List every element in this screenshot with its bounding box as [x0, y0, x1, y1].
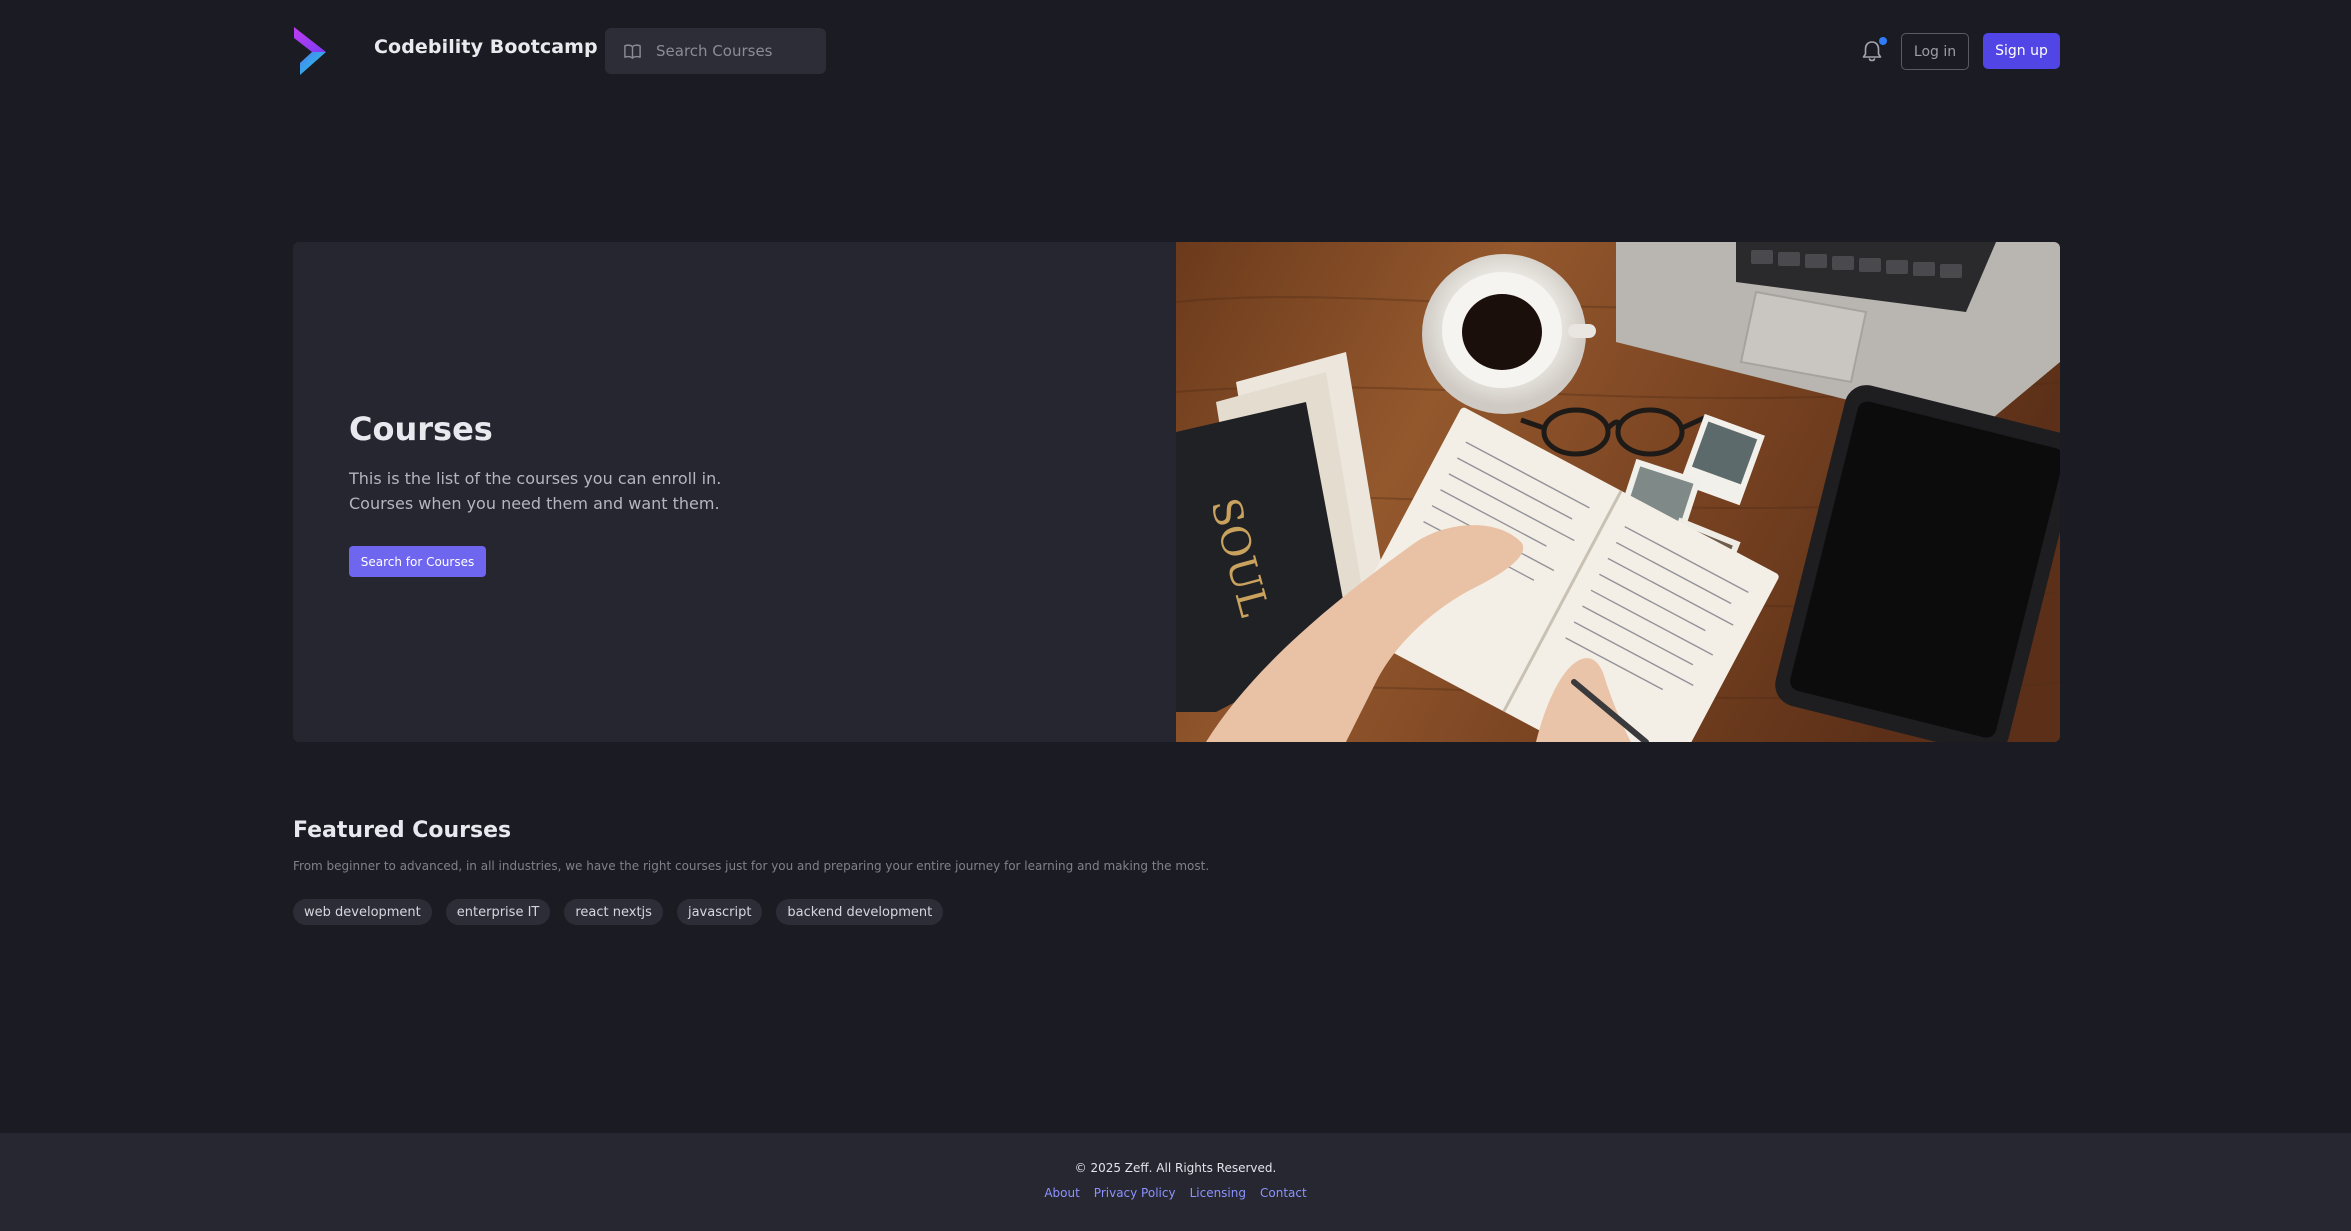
chevron-logo-icon[interactable]	[292, 27, 326, 75]
featured-courses: Featured Courses From beginner to advanc…	[293, 818, 2060, 925]
tag-backend-development[interactable]: backend development	[776, 899, 944, 925]
book-icon	[624, 43, 641, 59]
hero-banner: Courses This is the list of the courses …	[293, 242, 2060, 742]
login-button[interactable]: Log in	[1901, 33, 1969, 70]
hero-description: This is the list of the courses you can …	[349, 469, 722, 513]
notification-badge	[1879, 37, 1887, 45]
footer-links: About Privacy Policy Licensing Contact	[0, 1186, 2351, 1200]
tag-javascript[interactable]: javascript	[676, 899, 763, 925]
brand-name[interactable]: Codebility Bootcamp	[374, 36, 598, 58]
footer-link-about[interactable]: About	[1044, 1186, 1079, 1200]
course-tags: web development enterprise IT react next…	[293, 899, 2060, 925]
copyright: © 2025 Zeff. All Rights Reserved.	[1074, 1161, 1277, 1175]
page-title: Courses	[349, 410, 493, 448]
search-courses-button[interactable]: Search for Courses	[349, 546, 486, 577]
search-input[interactable]	[654, 41, 814, 61]
signup-button[interactable]: Sign up	[1983, 33, 2060, 69]
hero-text: Courses This is the list of the courses …	[349, 410, 1049, 577]
tag-react-nextjs[interactable]: react nextjs	[564, 899, 663, 925]
tag-web-development[interactable]: web development	[293, 899, 432, 925]
tag-enterprise-it[interactable]: enterprise IT	[445, 899, 551, 925]
site-header: Codebility Bootcamp Log in Sign up	[0, 0, 2351, 102]
course-search[interactable]	[605, 28, 826, 74]
footer-link-privacy-policy[interactable]: Privacy Policy	[1094, 1186, 1176, 1200]
featured-title: Featured Courses	[293, 818, 512, 843]
hero-image: SOUL	[1176, 242, 2060, 742]
site-footer: © 2025 Zeff. All Rights Reserved. About …	[0, 1133, 2351, 1231]
featured-description: From beginner to advanced, in all indust…	[293, 859, 1210, 873]
footer-link-contact[interactable]: Contact	[1260, 1186, 1307, 1200]
footer-link-licensing[interactable]: Licensing	[1190, 1186, 1246, 1200]
